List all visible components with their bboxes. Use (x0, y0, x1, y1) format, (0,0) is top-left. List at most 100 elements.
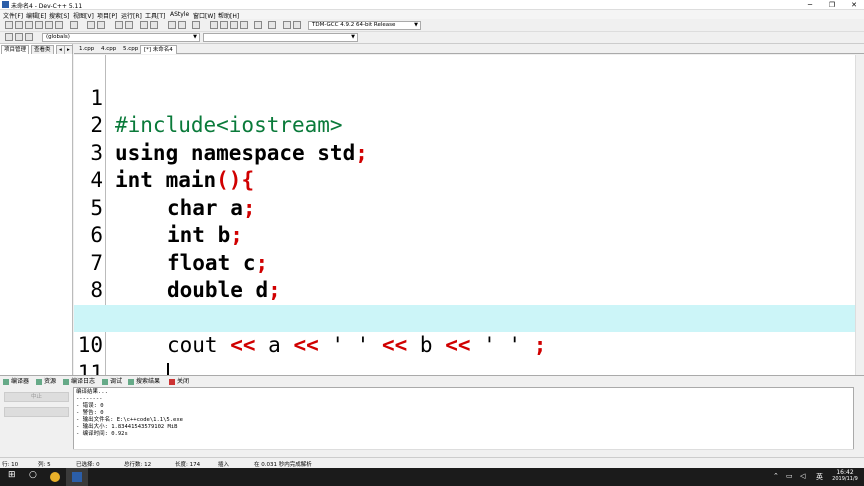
check-icon[interactable] (254, 21, 262, 29)
minimize-button[interactable]: ─ (800, 0, 820, 10)
toggle-comment-icon[interactable] (192, 21, 200, 29)
close-all-icon[interactable] (55, 21, 63, 29)
open-icon[interactable] (15, 21, 23, 29)
profile-icon[interactable] (283, 21, 291, 29)
save-icon[interactable] (25, 21, 33, 29)
log-line: - 输出文件名: E:\c++code\1.1\5.exe (76, 417, 183, 423)
goto-icon[interactable] (140, 21, 148, 29)
status-col: 列: 5 (38, 462, 51, 468)
status-total-lines: 总行数: 12 (124, 462, 152, 468)
compile-run-icon[interactable] (230, 21, 238, 29)
tab-untitled4[interactable]: [*] 未命名4 (140, 45, 177, 54)
redo-icon[interactable] (97, 21, 105, 29)
chevron-down-icon: ▼ (351, 34, 355, 40)
chevron-down-icon: ▼ (414, 22, 418, 28)
resources-icon (36, 378, 42, 385)
function-select[interactable]: ▼ (203, 33, 358, 42)
code-line: 2 using namespace std; (74, 85, 855, 165)
editor-vertical-scrollbar[interactable] (855, 55, 864, 375)
abort-compile-button[interactable]: 中止 (4, 392, 69, 402)
compile-log-output: 编译结果... -------- - 错误: 0- 警告: 0- 输出文件名: E:… (73, 387, 854, 457)
code-editor[interactable]: 1 #include<iostream> 2 using namespace s… (74, 55, 855, 375)
restore-button[interactable]: ❐ (822, 0, 842, 10)
chrome-icon[interactable] (50, 472, 60, 482)
network-icon[interactable]: ▭ (786, 472, 793, 480)
tab-4-cpp[interactable]: 4.cpp (98, 45, 119, 54)
cortana-icon[interactable]: ○ (29, 470, 37, 480)
insert-icon[interactable] (5, 33, 13, 41)
undo-icon[interactable] (87, 21, 95, 29)
log-vertical-scrollbar[interactable] (855, 387, 864, 449)
scope-select[interactable]: (globals) ▼ (42, 33, 200, 42)
tab-class-browser[interactable]: 查看类 (31, 45, 54, 54)
code-line: 7 double d; (74, 222, 855, 303)
class-toolbar: (globals) ▼ ▼ (0, 32, 864, 44)
rebuild-icon[interactable] (240, 21, 248, 29)
volume-icon[interactable]: ◁ (800, 472, 805, 480)
tab-1-cpp[interactable]: 1.cpp (76, 45, 97, 54)
shorten-paths-control[interactable] (4, 407, 69, 417)
bottom-tabs: 编译器 资源 编译日志 调试 搜索结果 关闭 (0, 375, 864, 387)
tab-compiler[interactable]: 编译器 (3, 377, 29, 387)
toggle-bookmark-icon[interactable] (15, 33, 23, 41)
stop-icon[interactable] (268, 21, 276, 29)
close-file-icon[interactable] (45, 21, 53, 29)
indent-icon[interactable] (168, 21, 176, 29)
save-all-icon[interactable] (35, 21, 43, 29)
tab-5-cpp[interactable]: 5.cpp (120, 45, 141, 54)
menu-astyle[interactable]: AStyle (170, 11, 189, 18)
compiler-select[interactable]: TDM-GCC 4.9.2 64-bit Release ▼ (308, 21, 421, 30)
debug-check-icon (102, 378, 108, 385)
devcpp-icon (72, 472, 82, 482)
tab-search-results[interactable]: 搜索结果 (128, 377, 160, 387)
chevron-down-icon: ▼ (193, 34, 197, 40)
compiler-icon (3, 378, 9, 385)
tab-compile-log[interactable]: 编译日志 (63, 377, 95, 387)
current-line: 10 (74, 304, 855, 375)
close-button[interactable]: ✕ (844, 0, 864, 10)
log-line: - 编译时间: 0.92s (76, 431, 128, 437)
tab-scroll-right[interactable]: ▸ (64, 45, 73, 54)
main-toolbar: TDM-GCC 4.9.2 64-bit Release ▼ (0, 19, 864, 32)
tab-resources[interactable]: 资源 (36, 377, 56, 387)
status-bar: 行: 10 列: 5 已选择: 0 总行数: 12 长度: 174 插入 在 0… (0, 457, 864, 468)
app-icon (2, 1, 9, 8)
debug-icon[interactable] (293, 21, 301, 29)
windows-start-icon[interactable]: ⊞ (8, 470, 16, 480)
find-icon[interactable] (115, 21, 123, 29)
code-line: 1 #include<iostream> (74, 57, 855, 138)
run-icon[interactable] (220, 21, 228, 29)
print-icon[interactable] (70, 21, 78, 29)
code-line: 4 char a; (74, 140, 855, 220)
tray-chevron-icon[interactable]: ⌃ (773, 472, 779, 480)
close-icon (169, 378, 175, 385)
log-line: -------- (76, 396, 103, 402)
log-line: - 错误: 0 (76, 403, 104, 409)
status-row: 行: 10 (2, 462, 19, 468)
log-horizontal-scrollbar[interactable] (73, 449, 854, 457)
tab-close[interactable]: 关闭 (169, 377, 189, 387)
taskbar: ⊞ ○ ⌃ ▭ ◁ 英 16:42 2019/11/9 (0, 468, 864, 486)
code-line: 3 int main(){ (74, 112, 855, 193)
compile-icon[interactable] (210, 21, 218, 29)
clock[interactable]: 16:42 2019/11/9 (832, 469, 858, 482)
menu-bar: 文件[F] 编辑[E] 搜索[S] 视图[V] 项目[P] 运行[R] 工具[T… (0, 10, 864, 20)
compiler-select-value: TDM-GCC 4.9.2 64-bit Release (312, 22, 396, 28)
ime-indicator[interactable]: 英 (816, 472, 823, 482)
compile-controls: 中止 (0, 387, 73, 457)
code-line: 5 int b; (74, 167, 855, 248)
bookmark-icon[interactable] (150, 21, 158, 29)
tab-debug[interactable]: 调试 (102, 377, 122, 387)
new-file-icon[interactable] (5, 21, 13, 29)
tab-project-manager[interactable]: 项目管理 (1, 45, 30, 54)
devcpp-taskbar-button[interactable] (66, 468, 88, 486)
status-selected: 已选择: 0 (76, 462, 100, 468)
editor-tabs: 1.cpp 4.cpp 5.cpp [*] 未命名4 (74, 44, 864, 54)
unindent-icon[interactable] (178, 21, 186, 29)
code-line: 8 cin >> a >> b >> c >> d; (74, 250, 855, 330)
status-length: 长度: 174 (175, 462, 201, 468)
status-insert-mode: 插入 (218, 462, 230, 468)
code-line: 11 return 0; (74, 332, 855, 376)
goto-bookmark-icon[interactable] (25, 33, 33, 41)
replace-icon[interactable] (125, 21, 133, 29)
